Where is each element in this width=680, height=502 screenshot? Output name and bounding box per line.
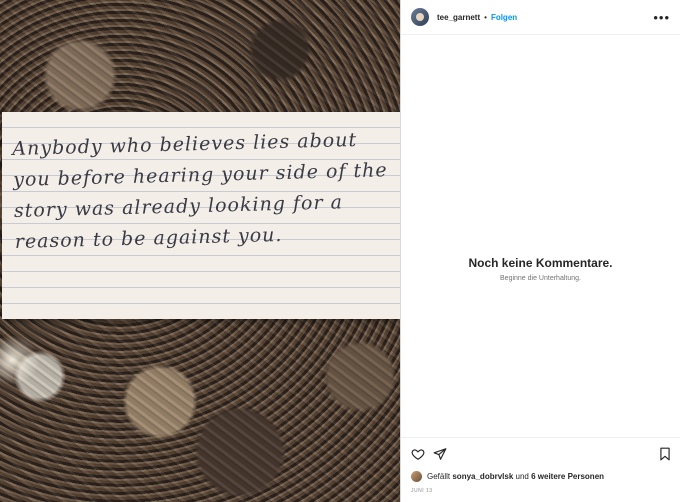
comments-section: Noch keine Kommentare. Beginne die Unter… (401, 35, 680, 437)
likes-summary: Gefällt sonya_dobrvlsk und 6 weitere Per… (411, 471, 604, 482)
action-bar (401, 437, 680, 468)
bookmark-icon[interactable] (658, 447, 672, 461)
separator-dot: • (484, 12, 487, 22)
follow-button[interactable]: Folgen (491, 13, 517, 22)
paper-plane-icon[interactable] (433, 447, 447, 461)
post-date: JUNI 13 (411, 488, 433, 494)
post-header: tee_garnett • Folgen ••• (401, 0, 680, 35)
liker-username[interactable]: sonya_dobrvlsk (452, 472, 513, 481)
post-sidebar: tee_garnett • Folgen ••• Noch keine Komm… (400, 0, 680, 502)
no-comments-subtitle: Beginne die Unterhaltung. (500, 275, 581, 282)
likes-prefix: Gefällt (427, 472, 451, 481)
no-comments-title: Noch keine Kommentare. (468, 256, 613, 270)
post-photo[interactable]: Anybody who believes lies about you befo… (0, 0, 400, 502)
avatar[interactable] (411, 8, 429, 26)
light-glare (0, 335, 40, 385)
likes-and: und (515, 472, 529, 481)
more-options-icon[interactable]: ••• (653, 11, 670, 24)
username-link[interactable]: tee_garnett (437, 13, 480, 22)
note-text: Anybody who believes lies about you befo… (12, 128, 388, 253)
heart-icon[interactable] (411, 447, 425, 461)
likes-others-link[interactable]: 6 weitere Personen (531, 472, 604, 481)
liker-avatar[interactable] (411, 471, 422, 482)
handwritten-note: Anybody who believes lies about you befo… (2, 112, 400, 319)
